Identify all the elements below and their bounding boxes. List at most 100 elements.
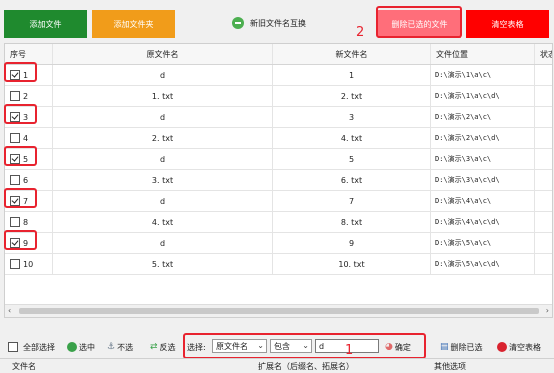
scroll-left-icon[interactable]: ‹ (8, 306, 11, 315)
location-cell: D:\演示\3\a\c\d\ (431, 170, 535, 190)
annotation-box-row-1 (4, 62, 37, 82)
annotation-box-row-9 (4, 230, 37, 250)
row-index-cell[interactable]: 10 (5, 254, 53, 274)
location-cell: D:\演示\3\a\c\ (431, 149, 535, 169)
status-cell (535, 65, 552, 85)
new-name-cell: 10. txt (273, 254, 431, 274)
header-index[interactable]: 序号 (5, 44, 53, 64)
row-index-cell[interactable]: 8 (5, 212, 53, 232)
header-location[interactable]: 文件位置 (431, 44, 535, 64)
row-index-cell[interactable]: 2 (5, 86, 53, 106)
table-row[interactable]: 8 4. txt 8. txt D:\演示\4\a\c\d\ (5, 212, 552, 233)
delete-selected-button[interactable]: ▤ 删除已选 (440, 339, 483, 355)
swap-label: 新旧文件名互换 (250, 18, 306, 28)
old-name-cell: d (53, 191, 273, 211)
delete-icon: ▤ (440, 342, 449, 352)
old-name-cell: 5. txt (53, 254, 273, 274)
add-file-button[interactable]: 添加文件 (4, 10, 87, 38)
swap-icon (232, 17, 244, 29)
status-cell (535, 191, 552, 211)
old-name-cell: 2. txt (53, 128, 273, 148)
old-name-cell: d (53, 107, 273, 127)
row-checkbox[interactable] (10, 217, 20, 227)
new-name-cell: 5 (273, 149, 431, 169)
file-table: 序号 原文件名 新文件名 文件位置 状态 1d1D:\演示\1\a\c\21. … (4, 43, 553, 318)
status-cell (535, 170, 552, 190)
location-cell: D:\演示\4\a\c\ (431, 191, 535, 211)
close-icon (497, 342, 507, 352)
check-circle-icon (67, 342, 77, 352)
footer-other: 其他选项 (434, 362, 466, 371)
status-cell (535, 86, 552, 106)
location-cell: D:\演示\5\a\c\d\ (431, 254, 535, 274)
select-all-checkbox[interactable] (8, 342, 18, 352)
location-cell: D:\演示\5\a\c\ (431, 233, 535, 253)
select-all-toggle[interactable]: 全部选择 (8, 339, 55, 355)
add-folder-button[interactable]: 添加文件夹 (92, 10, 175, 38)
status-cell (535, 212, 552, 232)
select-button[interactable]: 选中 (67, 339, 95, 355)
table-header-row: 序号 原文件名 新文件名 文件位置 状态 (5, 44, 552, 65)
annotation-box-delete (376, 6, 462, 38)
new-name-cell: 7 (273, 191, 431, 211)
table-row[interactable]: 2 1. txt 2. txt D:\演示\1\a\c\d\ (5, 86, 552, 107)
annotation-box-row-5 (4, 146, 37, 166)
new-name-cell: 8. txt (273, 212, 431, 232)
old-name-cell: d (53, 65, 273, 85)
row-index-cell[interactable]: 4 (5, 128, 53, 148)
location-cell: D:\演示\4\a\c\d\ (431, 212, 535, 232)
footer-extension: 扩展名（后缀名、拓展名） (258, 362, 354, 371)
annotation-box-row-3 (4, 104, 37, 124)
deselect-button[interactable]: ⚓ 不选 (107, 339, 133, 355)
clear-table-button[interactable]: 清空表格 (466, 10, 549, 38)
location-cell: D:\演示\1\a\c\ (431, 65, 535, 85)
horizontal-scrollbar[interactable]: ‹ › (5, 304, 552, 317)
status-cell (535, 149, 552, 169)
row-checkbox[interactable] (10, 175, 20, 185)
status-cell (535, 107, 552, 127)
status-cell (535, 254, 552, 274)
table-row[interactable]: 10 5. txt 10. txt D:\演示\5\a\c\d\ (5, 254, 552, 275)
old-name-cell: d (53, 233, 273, 253)
location-cell: D:\演示\2\a\c\d\ (431, 128, 535, 148)
table-row[interactable]: 3 d 3 D:\演示\2\a\c\ (5, 107, 552, 128)
old-name-cell: 4. txt (53, 212, 273, 232)
scroll-right-icon[interactable]: › (546, 306, 549, 315)
scroll-thumb[interactable] (19, 308, 539, 314)
anchor-icon: ⚓ (107, 342, 116, 352)
footer-section-labels: 文件名 扩展名（后缀名、拓展名） 其他选项 (0, 358, 554, 373)
new-name-cell: 6. txt (273, 170, 431, 190)
old-name-cell: 3. txt (53, 170, 273, 190)
table-row[interactable]: 9 d 9 D:\演示\5\a\c\ (5, 233, 552, 254)
new-name-cell: 1 (273, 65, 431, 85)
row-checkbox[interactable] (10, 133, 20, 143)
annotation-marker-1: 1 (345, 343, 354, 358)
header-old-name[interactable]: 原文件名 (53, 44, 273, 64)
old-name-cell: d (53, 149, 273, 169)
table-row[interactable]: 7 d 7 D:\演示\4\a\c\ (5, 191, 552, 212)
new-name-cell: 9 (273, 233, 431, 253)
footer-file-name: 文件名 (12, 362, 36, 371)
swap-names-button[interactable]: 新旧文件名互换 (232, 12, 328, 34)
row-index-cell[interactable]: 6 (5, 170, 53, 190)
new-name-cell: 3 (273, 107, 431, 127)
location-cell: D:\演示\2\a\c\ (431, 107, 535, 127)
invert-button[interactable]: ⇄ 反选 (150, 339, 176, 355)
status-cell (535, 233, 552, 253)
table-row[interactable]: 5 d 5 D:\演示\3\a\c\ (5, 149, 552, 170)
row-checkbox[interactable] (10, 259, 20, 269)
old-name-cell: 1. txt (53, 86, 273, 106)
new-name-cell: 4. txt (273, 128, 431, 148)
clear-table-small-button[interactable]: 清空表格 (497, 339, 541, 355)
location-cell: D:\演示\1\a\c\d\ (431, 86, 535, 106)
table-row[interactable]: 4 2. txt 4. txt D:\演示\2\a\c\d\ (5, 128, 552, 149)
table-row[interactable]: 1 d 1 D:\演示\1\a\c\ (5, 65, 552, 86)
header-new-name[interactable]: 新文件名 (273, 44, 431, 64)
header-status[interactable]: 状态 (535, 44, 552, 64)
invert-icon: ⇄ (150, 342, 158, 352)
annotation-box-row-7 (4, 188, 37, 208)
row-checkbox[interactable] (10, 91, 20, 101)
table-row[interactable]: 6 3. txt 6. txt D:\演示\3\a\c\d\ (5, 170, 552, 191)
status-cell (535, 128, 552, 148)
new-name-cell: 2. txt (273, 86, 431, 106)
